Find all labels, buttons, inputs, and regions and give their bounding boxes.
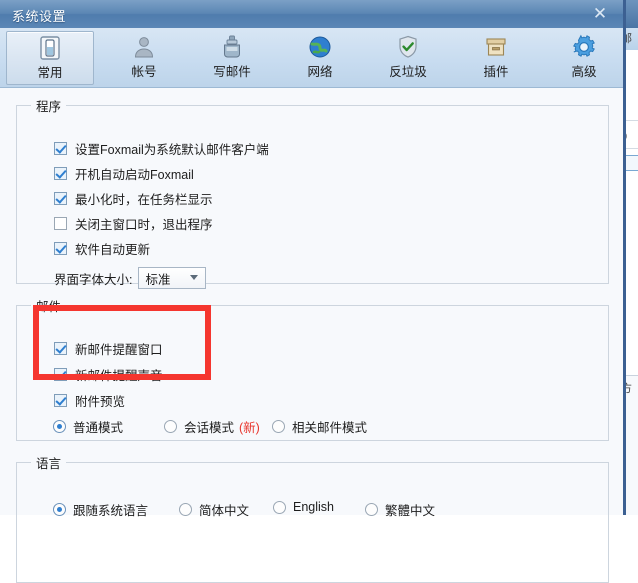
checkbox-new-mail-sound[interactable]: 新邮件提醒声音 [54,365,163,384]
checkbox-new-mail-popup[interactable]: 新邮件提醒窗口 [54,339,163,358]
chevron-down-icon [190,275,198,280]
radio-label: 跟随系统语言 [73,500,148,519]
checkbox-box[interactable] [54,167,67,180]
mail-group: 邮件 新邮件提醒窗口 新邮件提醒声音 附件预览 普通模式 会话模式 (新) [16,296,609,441]
checkbox-attachment-preview[interactable]: 附件预览 [54,391,125,410]
tab-compose[interactable]: 写邮件 [188,31,276,85]
radio-label: 会话模式 [184,417,234,436]
radio-label: 简体中文 [199,500,249,519]
tab-general-label: 常用 [7,65,93,81]
program-group-legend: 程序 [31,96,66,115]
radio-normal-mode[interactable]: 普通模式 [53,417,123,436]
antispam-icon [364,34,452,64]
checkbox-box[interactable] [54,342,67,355]
tab-antispam[interactable]: 反垃圾 [364,31,452,85]
checkbox-label: 设置Foxmail为系统默认邮件客户端 [75,139,269,158]
checkbox-box[interactable] [54,368,67,381]
radio-circle[interactable] [164,420,177,433]
radio-label: English [293,500,334,514]
radio-circle[interactable] [179,503,192,516]
radio-circle[interactable] [365,503,378,516]
checkbox-minimize-to-tray[interactable]: 最小化时，在任务栏显示 [54,189,213,208]
tab-account-label: 帐号 [100,64,188,80]
language-group: 语言 跟随系统语言 简体中文 English 繁體中文 [16,453,609,583]
settings-toolbar: 常用 帐号 写邮件 [0,28,623,88]
radio-circle[interactable] [272,420,285,433]
radio-english[interactable]: English [273,500,334,514]
tab-plugin[interactable]: 插件 [452,31,540,85]
radio-follow-system-language[interactable]: 跟随系统语言 [53,500,148,519]
compose-icon [188,34,276,64]
checkbox-box[interactable] [54,217,67,230]
mail-group-legend: 邮件 [31,296,66,315]
radio-traditional-chinese[interactable]: 繁體中文 [365,500,435,519]
language-group-legend: 语言 [31,453,66,472]
close-icon[interactable]: ✕ [587,3,613,25]
font-size-select[interactable]: 标准 [138,267,206,289]
radio-label: 普通模式 [73,417,123,436]
checkbox-box[interactable] [54,142,67,155]
radio-circle[interactable] [53,503,66,516]
tab-advanced[interactable]: 高级 [540,31,628,85]
checkbox-box[interactable] [54,192,67,205]
program-group: 程序 设置Foxmail为系统默认邮件客户端 开机自动启动Foxmail 最小化… [16,96,609,284]
checkbox-exit-on-close[interactable]: 关闭主窗口时，退出程序 [54,214,213,233]
new-badge: (新) [239,417,260,436]
checkbox-label: 新邮件提醒声音 [75,365,163,384]
checkbox-box[interactable] [54,394,67,407]
radio-simplified-chinese[interactable]: 简体中文 [179,500,249,519]
checkbox-label: 关闭主窗口时，退出程序 [75,214,213,233]
network-icon [276,34,364,64]
settings-content: 程序 设置Foxmail为系统默认邮件客户端 开机自动启动Foxmail 最小化… [0,88,623,515]
checkbox-default-client[interactable]: 设置Foxmail为系统默认邮件客户端 [54,139,269,158]
tab-general[interactable]: 常用 [6,31,94,85]
account-icon [100,34,188,64]
font-size-value: 标准 [139,269,170,288]
checkbox-label: 最小化时，在任务栏显示 [75,189,213,208]
tab-advanced-label: 高级 [540,64,628,80]
checkbox-label: 附件预览 [75,391,125,410]
general-icon [7,35,93,65]
checkbox-auto-update[interactable]: 软件自动更新 [54,239,150,258]
font-size-setting: 界面字体大小: 标准 [54,267,206,289]
font-size-label: 界面字体大小: [54,269,132,288]
radio-related-mail-mode[interactable]: 相关邮件模式 [272,417,367,436]
checkbox-label: 新邮件提醒窗口 [75,339,163,358]
tab-compose-label: 写邮件 [188,64,276,80]
radio-conversation-mode[interactable]: 会话模式 (新) [164,417,260,436]
radio-circle[interactable] [273,501,286,514]
advanced-icon [540,34,628,64]
window-title: 系统设置 [12,6,66,25]
system-settings-dialog: 系统设置 ✕ 常用 帐号 [0,0,626,515]
radio-label: 繁體中文 [385,500,435,519]
checkbox-autostart[interactable]: 开机自动启动Foxmail [54,164,194,183]
radio-label: 相关邮件模式 [292,417,367,436]
plugin-icon [452,34,540,64]
tab-network-label: 网络 [276,64,364,80]
tab-account[interactable]: 帐号 [100,31,188,85]
tab-plugin-label: 插件 [452,64,540,80]
checkbox-label: 开机自动启动Foxmail [75,164,194,183]
dialog-titlebar: 系统设置 ✕ [0,0,623,29]
checkbox-box[interactable] [54,242,67,255]
radio-circle[interactable] [53,420,66,433]
tab-network[interactable]: 网络 [276,31,364,85]
tab-antispam-label: 反垃圾 [364,64,452,80]
checkbox-label: 软件自动更新 [75,239,150,258]
